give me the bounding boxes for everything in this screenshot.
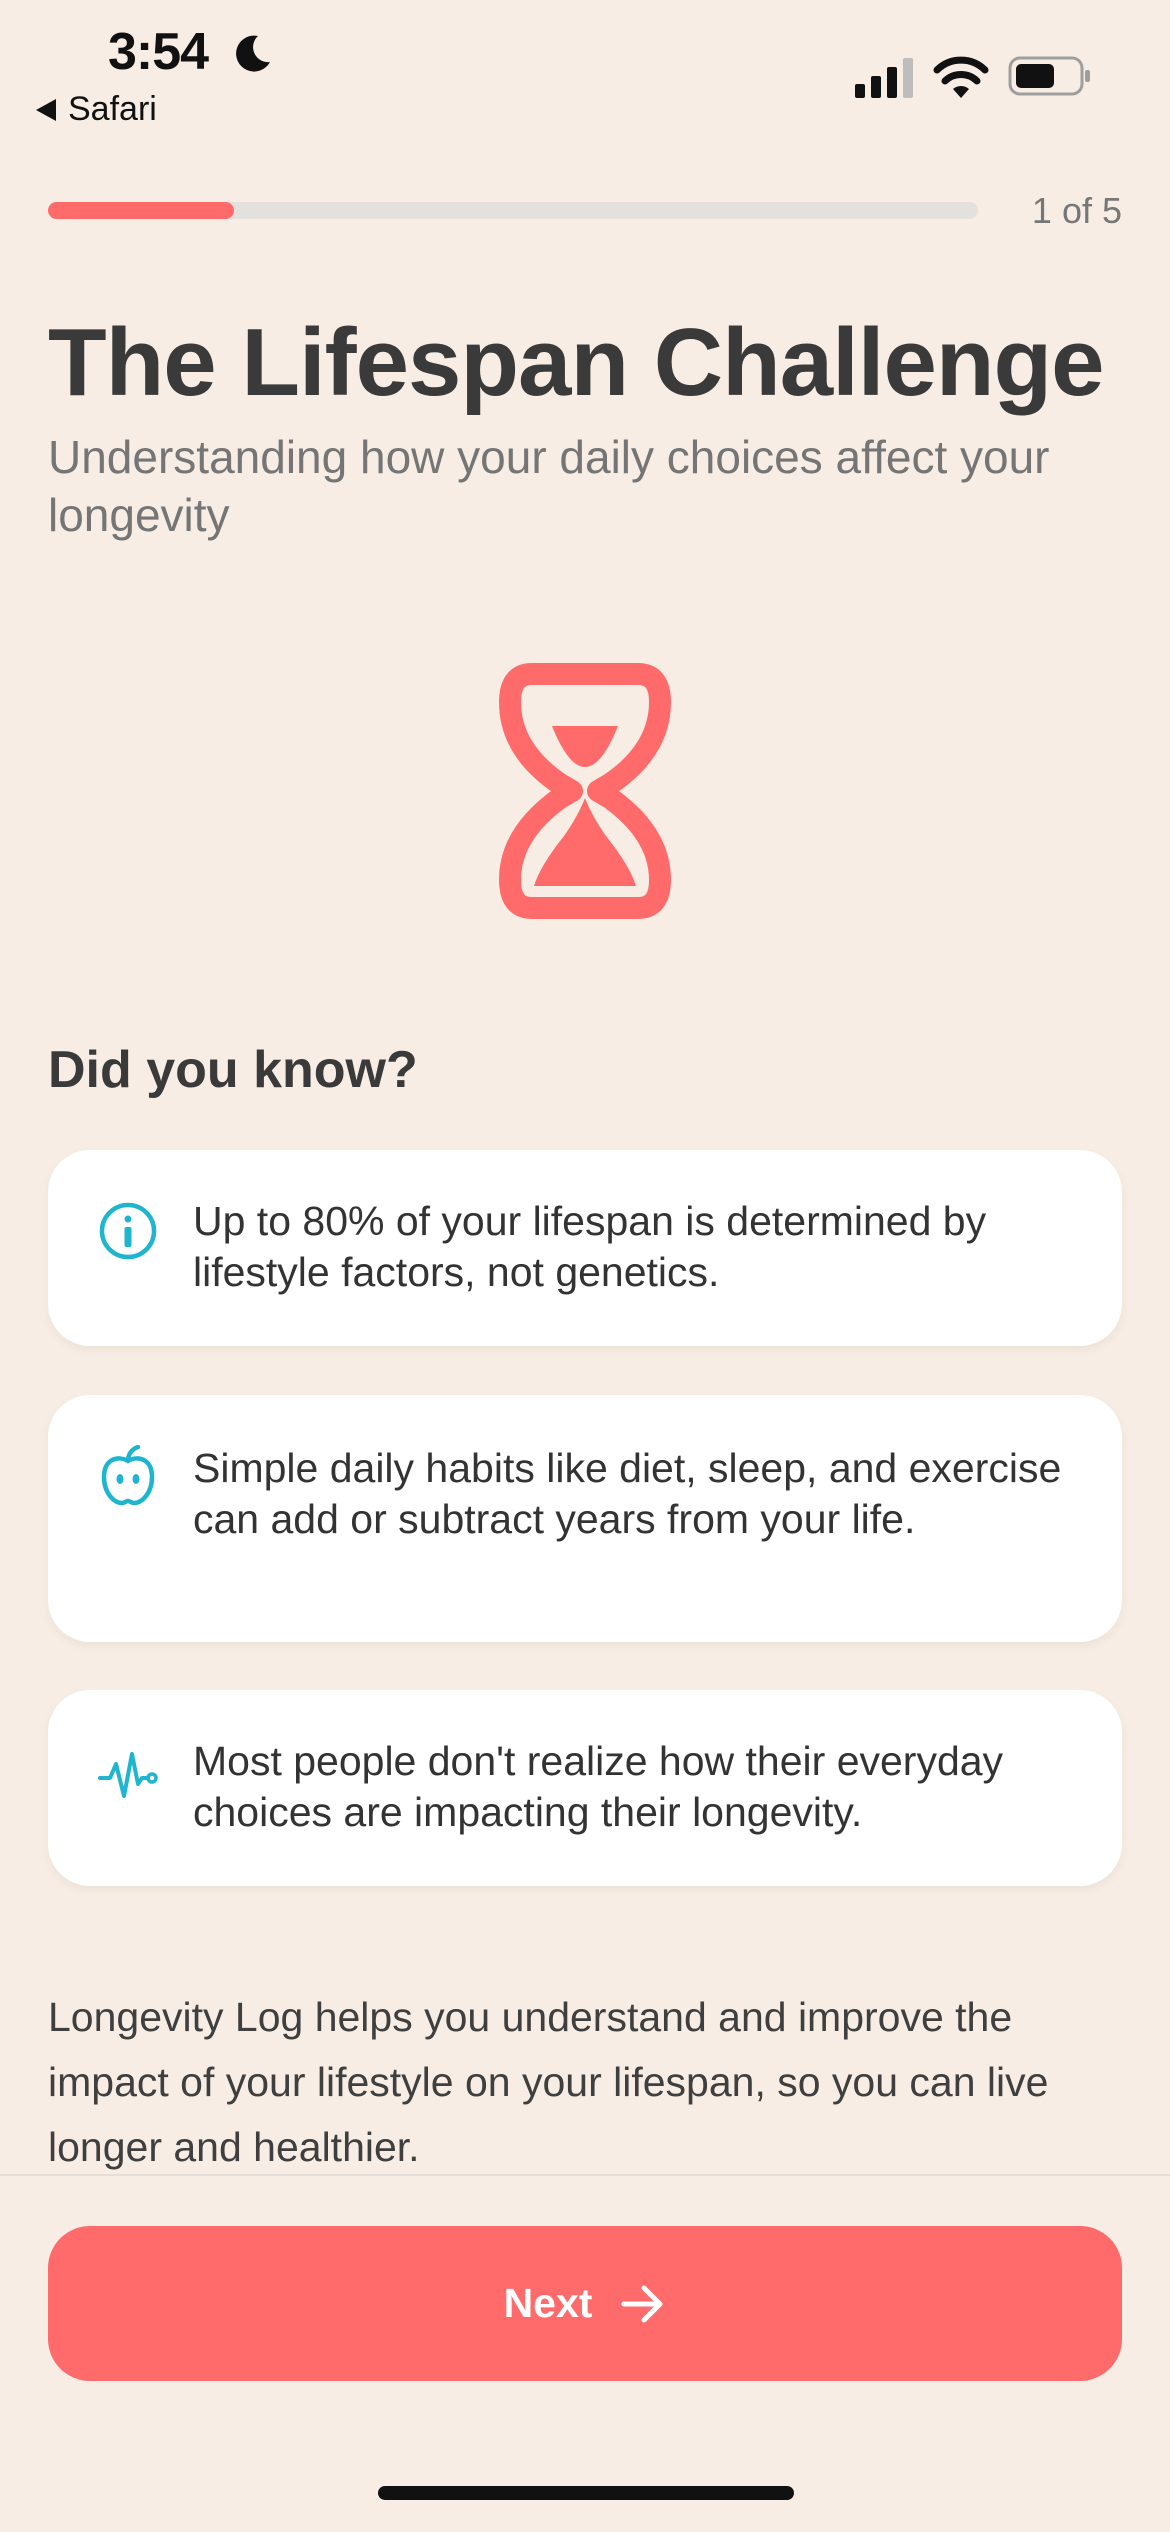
status-time: 3:54 bbox=[108, 23, 209, 81]
footer-divider bbox=[0, 2174, 1170, 2176]
fact-text: Most people don't realize how their ever… bbox=[193, 1738, 1004, 1835]
fact-card-habits: Simple daily habits like diet, sleep, an… bbox=[48, 1395, 1122, 1642]
page-subtitle: Understanding how your daily choices aff… bbox=[48, 431, 1050, 541]
fact-card-everyday-choices: Most people don't realize how their ever… bbox=[48, 1690, 1122, 1886]
moon-icon bbox=[236, 35, 270, 72]
back-label: Safari bbox=[68, 90, 157, 128]
apple-icon bbox=[101, 1445, 155, 1506]
fact-text: Simple daily habits like diet, sleep, an… bbox=[193, 1445, 1062, 1542]
back-arrow-icon bbox=[36, 98, 56, 121]
next-button-label: Next bbox=[503, 2280, 593, 2326]
fact-card-lifestyle: Up to 80% of your lifespan is determined… bbox=[48, 1150, 1122, 1346]
app-description: Longevity Log helps you understand and i… bbox=[48, 1994, 1049, 2170]
hourglass-icon bbox=[499, 663, 671, 919]
wifi-icon bbox=[933, 56, 989, 98]
info-icon bbox=[99, 1202, 157, 1260]
arrow-right-icon bbox=[621, 2285, 663, 2322]
battery-icon bbox=[1008, 56, 1090, 96]
section-heading: Did you know? bbox=[48, 1041, 418, 1099]
page-title: The Lifespan Challenge bbox=[48, 309, 1105, 416]
next-button[interactable]: Next bbox=[48, 2226, 1122, 2381]
back-to-safari-link[interactable]: Safari bbox=[36, 90, 157, 129]
home-indicator[interactable] bbox=[378, 2486, 794, 2500]
step-counter: 1 of 5 bbox=[1031, 190, 1122, 231]
progress-bar bbox=[48, 202, 978, 219]
progress-bar-fill bbox=[48, 202, 234, 219]
fact-text: Up to 80% of your lifespan is determined… bbox=[193, 1198, 987, 1295]
cellular-signal-icon bbox=[855, 58, 913, 98]
heartbeat-icon bbox=[98, 1752, 158, 1798]
